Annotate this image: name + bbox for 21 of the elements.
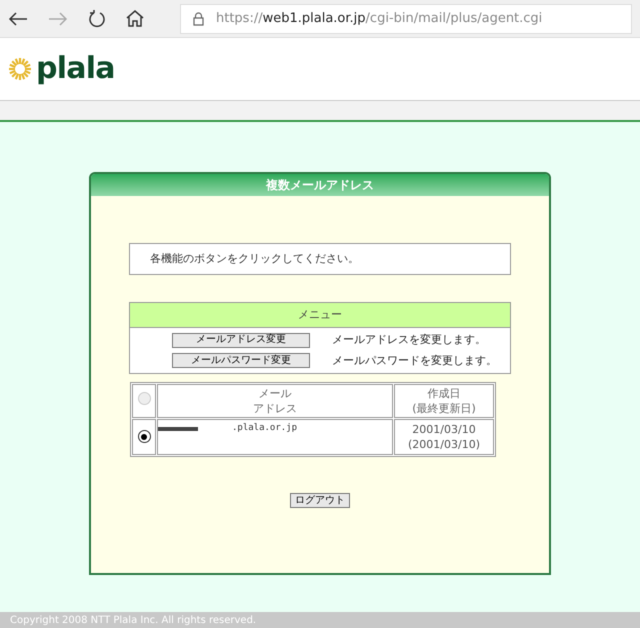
panel-title: 複数メールアドレス: [91, 174, 549, 196]
menu-button[interactable]: メールアドレス変更: [172, 332, 310, 348]
radio-button[interactable]: [138, 430, 150, 444]
date-cell: 2001/03/10 (2001/03/10): [394, 419, 494, 455]
lock-icon: [193, 12, 204, 26]
column-header: メール アドレス: [157, 384, 393, 418]
sun-logo-icon: [8, 57, 32, 81]
menu-header: メニュー: [130, 303, 510, 328]
url-text: https://web1.plala.or.jp/cgi-bin/mail/plus/agent.cgi: [216, 10, 542, 28]
menu-description: メールパスワードを変更します。: [332, 352, 497, 368]
message-box: 各機能のボタンをクリックしてください。: [129, 243, 511, 275]
logout-button[interactable]: ログアウト: [290, 493, 350, 508]
refresh-icon[interactable]: [88, 10, 106, 28]
home-icon[interactable]: [126, 10, 144, 27]
address-bar[interactable]: https://web1.plala.or.jp/cgi-bin/mail/plus/agent.cgi: [180, 4, 632, 34]
menu-description: メールアドレスを変更します。: [332, 332, 486, 348]
menu-button[interactable]: メールパスワード変更: [172, 353, 310, 368]
column-header: 作成日 (最終更新日): [394, 384, 494, 418]
logo-text: plala: [36, 54, 115, 84]
email-address: .plala.or.jp: [232, 422, 298, 435]
back-arrow-icon[interactable]: [8, 10, 28, 26]
